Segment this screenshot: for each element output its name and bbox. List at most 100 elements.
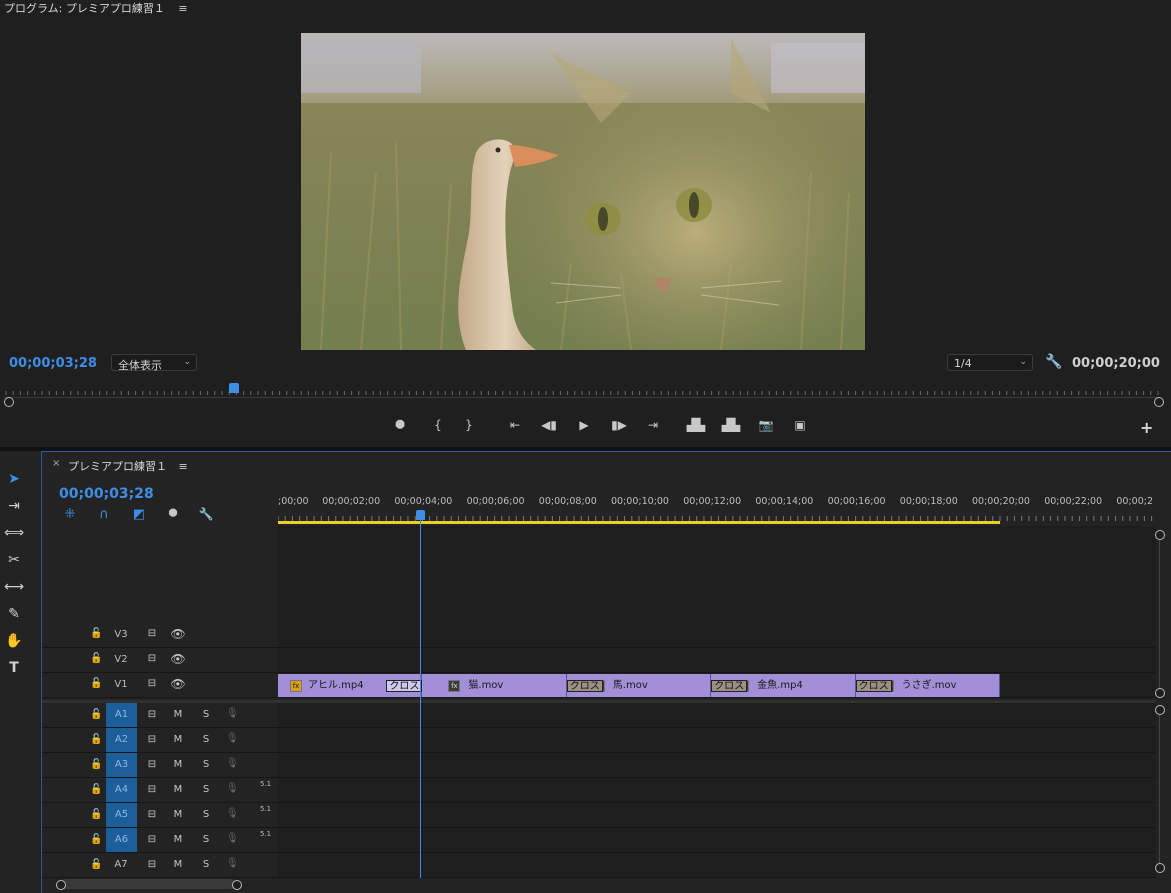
solo-track-button[interactable]: S [200,734,212,745]
nest-sequences-icon[interactable]: ⁜ [62,507,78,522]
timeline-playhead-handle[interactable] [416,510,425,520]
lock-icon[interactable]: 🔓 [90,809,102,820]
source-patch-target[interactable]: A4 [106,778,137,802]
timeline-clip[interactable]: fx馬.movクロス [566,674,712,697]
mute-track-button[interactable]: M [172,734,184,745]
solo-track-button[interactable]: S [200,784,212,795]
panel-menu-icon[interactable]: ≡ [178,2,187,15]
playback-resolution-dropdown[interactable]: 1/4 ⌄ [947,354,1033,371]
video-scroll-handle-bottom[interactable] [1155,688,1165,698]
lift-button[interactable]: ▟▙ [686,418,706,432]
video-scroll-handle-top[interactable] [1155,530,1165,540]
eye-icon[interactable]: 👁 [170,677,186,691]
timeline-horizontal-scroll-thumb[interactable] [60,879,236,889]
step-back-button[interactable]: ◀▮ [539,418,559,432]
source-patch-target[interactable]: A3 [106,753,137,777]
program-current-timecode[interactable]: 00;00;03;28 [9,356,97,371]
video-scroll-track[interactable] [1159,540,1160,688]
track-label[interactable]: V3 [110,629,132,640]
audio-scroll-handle-top[interactable] [1155,705,1165,715]
microphone-icon[interactable]: 🎙 [226,758,239,769]
program-playhead[interactable] [229,383,240,393]
audio-scroll-handle-bottom[interactable] [1155,863,1165,873]
sync-lock-icon[interactable]: ⊟ [144,734,160,745]
cross-dissolve-transition[interactable]: クロス [566,680,603,692]
track-label[interactable]: V1 [110,679,132,690]
microphone-icon[interactable]: 🎙 [226,833,239,844]
add-marker-button[interactable]: ⯃ [390,418,410,433]
mark-out-button[interactable]: } [459,418,479,432]
selection-tool-icon[interactable]: ➤ [4,469,24,489]
eye-icon[interactable]: 👁 [170,652,186,666]
work-area-bar[interactable] [278,521,1000,524]
solo-track-button[interactable]: S [200,709,212,720]
zoom-level-dropdown[interactable]: 全体表示 ⌄ [111,354,197,372]
lock-icon[interactable]: 🔓 [90,709,102,720]
program-scrub-bar[interactable] [4,383,1164,397]
time-ruler[interactable]: ;00;00 00;00;02;00 00;00;04;00 00;00;06;00 0… [278,494,1156,526]
export-frame-camera-icon[interactable]: 📷 [756,418,776,432]
timeline-clip[interactable]: fx金魚.mp4クロス [711,674,856,697]
hand-tool-icon[interactable]: ✋ [4,631,24,651]
sync-lock-icon[interactable]: ⊟ [144,653,160,664]
zoom-scroll-handle-left[interactable] [4,397,14,407]
timeline-clip[interactable]: fxうさぎ.movクロス [855,674,1000,697]
sync-lock-icon[interactable]: ⊟ [144,678,160,689]
linked-selection-icon[interactable]: ◩ [131,507,147,522]
lock-icon[interactable]: 🔓 [90,834,102,845]
mute-track-button[interactable]: M [172,834,184,845]
source-patch-target[interactable]: A5 [106,803,137,827]
timeline-zoom-handle-right[interactable] [232,880,242,890]
lock-icon[interactable]: 🔓 [90,759,102,770]
track-select-tool-icon[interactable]: ⇥ [4,496,24,516]
source-patch-target[interactable]: A1 [106,703,137,727]
sync-lock-icon[interactable]: ⊟ [144,859,160,870]
lock-icon[interactable]: 🔓 [90,628,102,639]
timeline-clip[interactable]: fx 猫.mov クロス [386,674,567,697]
microphone-icon[interactable]: 🎙 [226,808,239,819]
microphone-icon[interactable]: 🎙 [226,733,239,744]
timeline-current-timecode[interactable]: 00;00;03;28 [59,486,154,502]
mute-track-button[interactable]: M [172,859,184,870]
button-editor-plus-icon[interactable]: + [1140,418,1153,437]
lock-icon[interactable]: 🔓 [90,734,102,745]
solo-track-button[interactable]: S [200,809,212,820]
microphone-icon[interactable]: 🎙 [226,858,239,869]
source-patch-target[interactable]: A6 [106,828,137,852]
solo-track-button[interactable]: S [200,759,212,770]
mute-track-button[interactable]: M [172,759,184,770]
track-label[interactable]: V2 [110,654,132,665]
slip-tool-icon[interactable]: ⟷ [4,577,24,597]
sync-lock-icon[interactable]: ⊟ [144,628,160,639]
go-to-out-button[interactable]: ⇥ [643,418,663,432]
track-label[interactable]: A7 [110,859,132,870]
mute-track-button[interactable]: M [172,809,184,820]
audio-scroll-track[interactable] [1159,715,1160,863]
settings-wrench-icon[interactable]: 🔧 [1045,354,1062,370]
panel-menu-icon[interactable]: ≡ [179,460,188,473]
program-monitor-title[interactable]: プログラム: プレミアプロ練習１ ≡ [4,0,188,16]
comparison-view-button[interactable]: ▣ [790,418,810,432]
mute-track-button[interactable]: M [172,709,184,720]
lock-icon[interactable]: 🔓 [90,784,102,795]
type-tool-icon[interactable]: T [4,658,24,678]
solo-track-button[interactable]: S [200,834,212,845]
extract-button[interactable]: ▟▙ [721,418,741,432]
microphone-icon[interactable]: 🎙 [226,783,239,794]
zoom-scroll-handle-right[interactable] [1154,397,1164,407]
ripple-edit-tool-icon[interactable]: ⟺ [4,523,24,543]
sync-lock-icon[interactable]: ⊟ [144,784,160,795]
sync-lock-icon[interactable]: ⊟ [144,709,160,720]
lock-icon[interactable]: 🔓 [90,678,102,689]
timeline-tab[interactable]: プレミアプロ練習１ ≡ [68,458,188,474]
mark-in-button[interactable]: { [428,418,448,432]
add-marker-icon[interactable]: ⯃ [165,507,181,521]
source-patch-target[interactable]: A2 [106,728,137,752]
cross-dissolve-transition[interactable]: クロス [386,680,423,692]
step-forward-button[interactable]: ▮▶ [609,418,629,432]
play-button[interactable]: ▶ [574,418,594,432]
solo-track-button[interactable]: S [200,859,212,870]
lock-icon[interactable]: 🔓 [90,859,102,870]
eye-icon[interactable]: 👁 [170,627,186,641]
razor-tool-icon[interactable]: ✂ [4,550,24,570]
